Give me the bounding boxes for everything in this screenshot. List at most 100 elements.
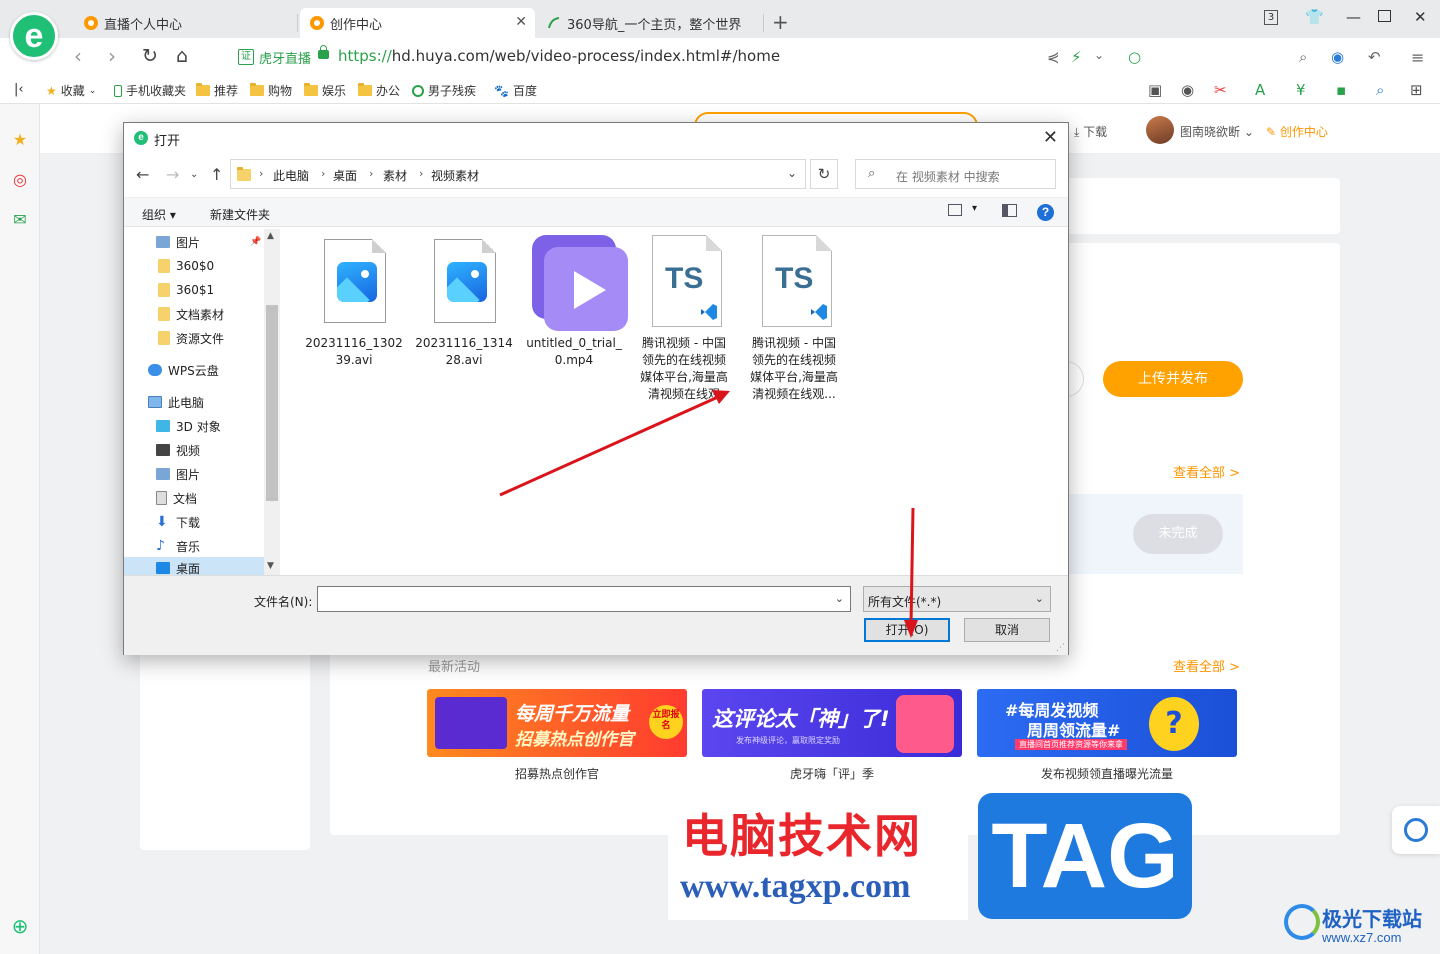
user-menu[interactable]: 图南晓欲断 ⌄ — [1180, 123, 1254, 140]
add-icon[interactable]: ⊕ — [10, 916, 30, 936]
lock-icon[interactable] — [318, 45, 329, 59]
filename-input[interactable]: ⌄ — [317, 586, 851, 612]
share-icon[interactable]: ⋞ — [1047, 48, 1060, 66]
menu-icon[interactable]: ≡ — [1411, 48, 1424, 67]
breadcrumb-item[interactable]: 视频素材 — [431, 167, 479, 184]
search-engine-icon[interactable]: ○ — [1128, 48, 1141, 66]
tab-live-center[interactable]: 直播个人中心 — [74, 8, 192, 38]
resize-grip-icon[interactable]: ⋰ — [1056, 643, 1065, 653]
wallet-icon[interactable]: ¥ — [1296, 81, 1306, 99]
bookmark-folder[interactable]: 推荐 — [196, 82, 238, 99]
banner-caption[interactable]: 虎牙嗨「评」季 — [702, 765, 962, 782]
bookmark-folder[interactable]: 娱乐 — [304, 82, 346, 99]
banner-caption[interactable]: 发布视频领直播曝光流量 — [977, 765, 1237, 782]
close-window-button[interactable]: ✕ — [1414, 8, 1427, 26]
search-tool-icon[interactable]: ⌕ — [1376, 81, 1384, 99]
file-item[interactable]: untitled_0_trial_ 0.mp4 — [522, 235, 628, 369]
filetype-select[interactable]: 所有文件(*.*) ⌄ — [863, 586, 1051, 612]
undo-icon[interactable]: ↶ — [1368, 48, 1381, 66]
open-button[interactable]: 打开(O) — [864, 618, 950, 642]
tree-item-pictures-pinned[interactable]: 图片 📌 — [156, 231, 261, 253]
help-icon[interactable]: ? — [1037, 204, 1054, 221]
forward-arrow-icon[interactable]: → — [166, 165, 179, 184]
breadcrumb-item[interactable]: 此电脑 — [273, 167, 309, 184]
back-arrow-icon[interactable]: ← — [136, 165, 149, 184]
activity-banner[interactable]: 每周千万流量 招募热点创作官 立即报名 — [427, 689, 687, 757]
upload-publish-button[interactable]: 上传并发布 — [1103, 361, 1243, 397]
bookmark-folder[interactable]: 办公 — [358, 82, 400, 99]
tree-item-3d-objects[interactable]: 3D 对象 — [156, 415, 221, 437]
refresh-icon[interactable]: ↻ — [810, 159, 838, 189]
tree-item-folder[interactable]: 资源文件 — [158, 327, 224, 349]
tree-item-pictures[interactable]: 图片 — [156, 463, 200, 485]
preview-pane-icon[interactable] — [1002, 204, 1017, 217]
file-item[interactable]: 20231116_1314 28.avi — [412, 235, 516, 369]
tree-item-folder[interactable]: 360$1 — [158, 279, 214, 301]
breadcrumb-item[interactable]: 桌面 — [333, 167, 357, 184]
translate-tool-icon[interactable]: A — [1255, 81, 1265, 99]
new-tab-button[interactable]: + — [772, 10, 789, 34]
maximize-button[interactable] — [1378, 10, 1391, 22]
activity-banner[interactable]: 这评论太「神」了! 发布神级评论，赢取限定奖励 — [702, 689, 962, 757]
bookmark-favorites[interactable]: ★ 收藏 ⌄ — [46, 82, 96, 99]
chevron-down-icon[interactable]: ⌄ — [190, 169, 198, 180]
floating-assistant-button[interactable] — [1392, 806, 1440, 854]
cert-icon[interactable]: 证 — [238, 49, 254, 65]
chevron-up-icon[interactable]: ▲ — [267, 231, 274, 241]
chevron-down-icon[interactable]: ⌄ — [787, 166, 797, 180]
scissors-icon[interactable]: ✂ — [1214, 81, 1227, 99]
close-icon[interactable]: ✕ — [1043, 127, 1058, 148]
apps-icon[interactable]: ⊞ — [1410, 81, 1423, 99]
translate-icon[interactable]: ◉ — [1331, 48, 1344, 66]
skin-icon[interactable]: 👕 — [1305, 8, 1324, 26]
tree-item-desktop[interactable]: 桌面 — [124, 557, 264, 575]
cancel-button[interactable]: 取消 — [964, 618, 1050, 642]
forward-button[interactable]: › — [108, 46, 116, 66]
see-all-link[interactable]: 查看全部 > — [1173, 462, 1240, 481]
tree-item-wps-cloud[interactable]: WPS云盘 — [148, 359, 219, 381]
bookmark-site[interactable]: 男子残疾 — [412, 82, 476, 99]
mail-icon[interactable]: ✉ — [10, 210, 30, 230]
collapse-icon[interactable]: |‹ — [14, 82, 24, 97]
scrollbar-thumb[interactable] — [266, 305, 278, 501]
activity-banner[interactable]: #每周发视频 周周领流量# 直播间首页推荐资源等你来拿 ? — [977, 689, 1237, 757]
breadcrumb-item[interactable]: 素材 — [383, 167, 407, 184]
creator-center-link[interactable]: ✎ 创作中心 — [1266, 123, 1328, 140]
tree-scrollbar[interactable]: ▲ ▼ — [264, 229, 280, 575]
tree-item-downloads[interactable]: ⬇ 下载 — [156, 511, 200, 533]
avatar[interactable] — [1146, 116, 1174, 144]
lightning-icon[interactable]: ⚡ — [1071, 48, 1082, 66]
tab-360-nav[interactable]: 360导航_一个主页，整个世界 — [537, 8, 751, 38]
tree-item-documents[interactable]: 文档 — [156, 487, 197, 509]
chevron-down-icon[interactable]: ▾ — [972, 203, 977, 214]
file-item[interactable]: TS 腾讯视频 - 中国 领先的在线视频 媒体平台,海量高 清视频在线观 — [632, 235, 736, 403]
reader-icon[interactable]: ▣ — [1148, 81, 1162, 99]
tab-creator-center[interactable]: 创作中心 ✕ — [300, 8, 535, 38]
tree-item-folder[interactable]: 文档素材 — [158, 303, 224, 325]
game-icon[interactable]: ▪ — [1336, 81, 1346, 99]
home-icon[interactable]: ⌂ — [176, 46, 188, 66]
close-icon[interactable]: ✕ — [515, 14, 527, 30]
new-folder-button[interactable]: 新建文件夹 — [210, 206, 270, 223]
up-arrow-icon[interactable]: ↑ — [210, 165, 223, 184]
url-field[interactable]: https://hd.huya.com/web/video-process/in… — [338, 47, 780, 65]
bookmark-mobile[interactable]: 手机收藏夹 — [114, 82, 186, 99]
tree-item-videos[interactable]: 视频 — [156, 439, 200, 461]
search-icon[interactable]: ⌕ — [1299, 48, 1307, 66]
tab-count-badge[interactable]: 3 — [1264, 10, 1278, 25]
banner-caption[interactable]: 招募热点创作官 — [427, 765, 687, 782]
chevron-down-icon[interactable]: ⌄ — [1094, 48, 1104, 62]
folder-search-input[interactable]: ⌕ 在 视频素材 中搜索 — [855, 159, 1056, 189]
favorites-icon[interactable]: ★ — [10, 130, 30, 150]
bookmark-baidu[interactable]: 🐾 百度 — [494, 82, 537, 99]
chevron-down-icon[interactable]: ⌄ — [835, 592, 844, 605]
chevron-down-icon[interactable]: ▼ — [267, 561, 274, 571]
file-item[interactable]: TS 腾讯视频 - 中国 领先的在线视频 媒体平台,海量高 清视频在线观... — [742, 235, 846, 403]
organize-button[interactable]: 组织 ▾ — [142, 206, 176, 223]
refresh-icon[interactable]: ↻ — [142, 46, 158, 66]
tree-item-this-pc[interactable]: 此电脑 — [148, 391, 204, 413]
browser-logo[interactable]: e — [10, 12, 58, 60]
tree-item-music[interactable]: ♪ 音乐 — [156, 535, 200, 557]
cursor-icon[interactable]: ◉ — [1181, 81, 1194, 99]
minimize-button[interactable]: — — [1346, 8, 1361, 26]
